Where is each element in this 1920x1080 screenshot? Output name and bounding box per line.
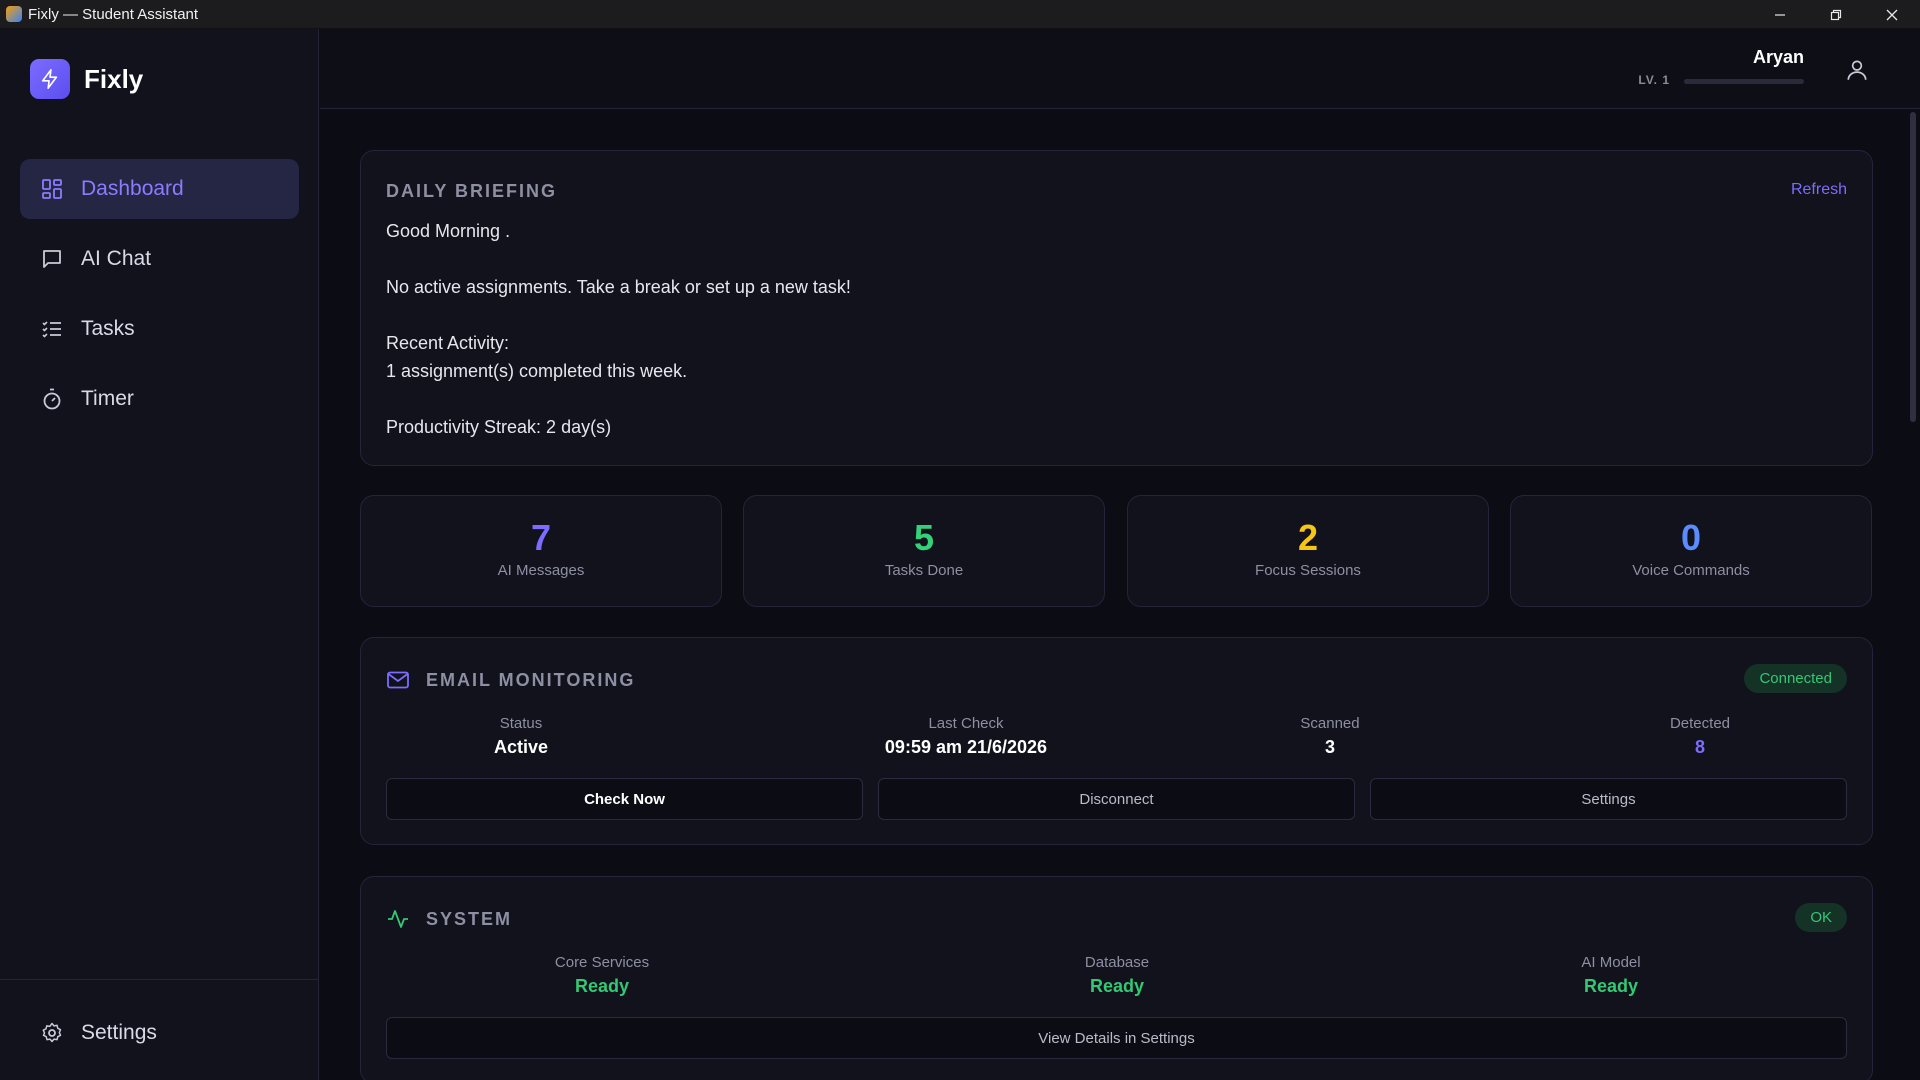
email-metric-scanned: Scanned 3	[1230, 715, 1430, 758]
daily-briefing-card: DAILY BRIEFING Refresh Good Morning . No…	[360, 150, 1873, 466]
sidebar-divider	[0, 979, 319, 980]
gear-icon	[42, 1022, 62, 1043]
window-titlebar: Fixly — Student Assistant	[0, 0, 1920, 29]
system-card: SYSTEM OK Core Services Ready Database R…	[360, 876, 1873, 1080]
lightning-bolt-icon	[30, 59, 70, 99]
view-details-button[interactable]: View Details in Settings	[386, 1017, 1847, 1059]
app-icon	[6, 6, 22, 22]
main-scrollbar[interactable]	[1910, 112, 1916, 422]
metric-label: Core Services	[554, 954, 650, 971]
sidebar-footer: Settings	[20, 1003, 299, 1073]
metric-value: 8	[1694, 737, 1705, 757]
system-status-badge: OK	[1795, 903, 1847, 932]
main-content: DAILY BRIEFING Refresh Good Morning . No…	[320, 110, 1910, 1080]
stopwatch-icon	[43, 388, 61, 410]
restore-icon	[1830, 9, 1842, 20]
level-label: LV. 1	[1638, 73, 1670, 87]
email-monitoring-card: EMAIL MONITORING Connected Status Active…	[360, 637, 1873, 845]
minimize-icon	[1775, 13, 1785, 16]
user-profile-icon[interactable]	[1844, 57, 1870, 83]
stat-value: 0	[1680, 517, 1702, 558]
connection-status-badge: Connected	[1744, 664, 1847, 693]
level-progress-bar	[1684, 79, 1804, 84]
chat-bubble-icon	[43, 250, 61, 268]
stat-value: 2	[1297, 517, 1319, 558]
dashboard-grid-icon	[42, 179, 62, 199]
task-list-icon	[42, 321, 61, 338]
email-settings-button[interactable]: Settings	[1370, 778, 1847, 820]
sidebar-nav: Dashboard AI Chat Tasks Timer	[20, 159, 299, 439]
sidebar-item-ai-chat[interactable]: AI Chat	[20, 229, 299, 289]
daily-briefing-title: DAILY BRIEFING	[386, 181, 558, 201]
stat-label: AI Messages	[497, 562, 585, 579]
metric-value: Ready	[1583, 976, 1639, 996]
metric-label: Last Check	[928, 715, 1004, 732]
stat-card-focus-sessions: 2 Focus Sessions	[1127, 495, 1489, 607]
stat-card-ai-messages: 7 AI Messages	[360, 495, 722, 607]
metric-label: AI Model	[1581, 954, 1641, 971]
sidebar-item-settings[interactable]: Settings	[20, 1003, 299, 1063]
sidebar-item-label: Tasks	[81, 317, 135, 340]
brand-name: Fixly	[84, 63, 144, 94]
sidebar-item-label: Dashboard	[81, 177, 184, 200]
activity-pulse-icon	[388, 910, 408, 928]
metric-value: 09:59 am 21/6/2026	[884, 737, 1048, 757]
metric-label: Database	[1084, 954, 1150, 971]
stat-label: Tasks Done	[884, 562, 964, 579]
stat-card-voice-commands: 0 Voice Commands	[1510, 495, 1872, 607]
system-metric-database: Database Ready	[1017, 954, 1217, 997]
system-title: SYSTEM	[426, 908, 513, 929]
metric-label: Scanned	[1300, 715, 1360, 732]
email-metric-detected: Detected 8	[1600, 715, 1800, 758]
mail-icon	[387, 671, 409, 689]
top-header: Aryan LV. 1	[320, 29, 1920, 109]
stat-card-tasks-done: 5 Tasks Done	[743, 495, 1105, 607]
sidebar: Fixly Dashboard AI Chat Tasks Timer Sett…	[0, 29, 319, 1080]
sidebar-item-tasks[interactable]: Tasks	[20, 299, 299, 359]
email-monitoring-header: EMAIL MONITORING	[386, 668, 635, 692]
email-metric-last-check: Last Check 09:59 am 21/6/2026	[841, 715, 1091, 758]
metric-value: Ready	[1089, 976, 1145, 996]
check-now-button[interactable]: Check Now	[386, 778, 863, 820]
briefing-text: Good Morning . No active assignments. Ta…	[386, 221, 851, 437]
close-button[interactable]	[1864, 0, 1920, 29]
metric-value: 3	[1324, 737, 1335, 757]
brand: Fixly	[30, 59, 143, 99]
sidebar-item-label: AI Chat	[81, 247, 152, 270]
email-monitoring-title: EMAIL MONITORING	[426, 669, 636, 690]
close-icon	[1886, 9, 1898, 20]
system-metric-core-services: Core Services Ready	[502, 954, 702, 997]
metric-label: Detected	[1669, 715, 1731, 732]
metric-label: Status	[499, 715, 543, 732]
system-header: SYSTEM	[386, 907, 512, 931]
username: Aryan	[1752, 47, 1804, 67]
restore-button[interactable]	[1808, 0, 1864, 29]
system-metric-ai-model: AI Model Ready	[1511, 954, 1711, 997]
sidebar-item-dashboard[interactable]: Dashboard	[20, 159, 299, 219]
metric-value: Active	[493, 737, 549, 757]
sidebar-item-timer[interactable]: Timer	[20, 369, 299, 429]
email-metric-status: Status Active	[421, 715, 621, 758]
stat-label: Voice Commands	[1632, 562, 1750, 579]
sidebar-item-label: Settings	[81, 1021, 157, 1044]
stat-value: 5	[913, 517, 935, 558]
metric-value: Ready	[574, 976, 630, 996]
stat-value: 7	[530, 517, 552, 558]
minimize-button[interactable]	[1752, 0, 1808, 29]
sidebar-item-label: Timer	[81, 387, 134, 410]
refresh-link[interactable]: Refresh	[1791, 181, 1847, 199]
stat-label: Focus Sessions	[1255, 562, 1361, 579]
window-title: Fixly — Student Assistant	[28, 5, 199, 23]
disconnect-button[interactable]: Disconnect	[878, 778, 1355, 820]
